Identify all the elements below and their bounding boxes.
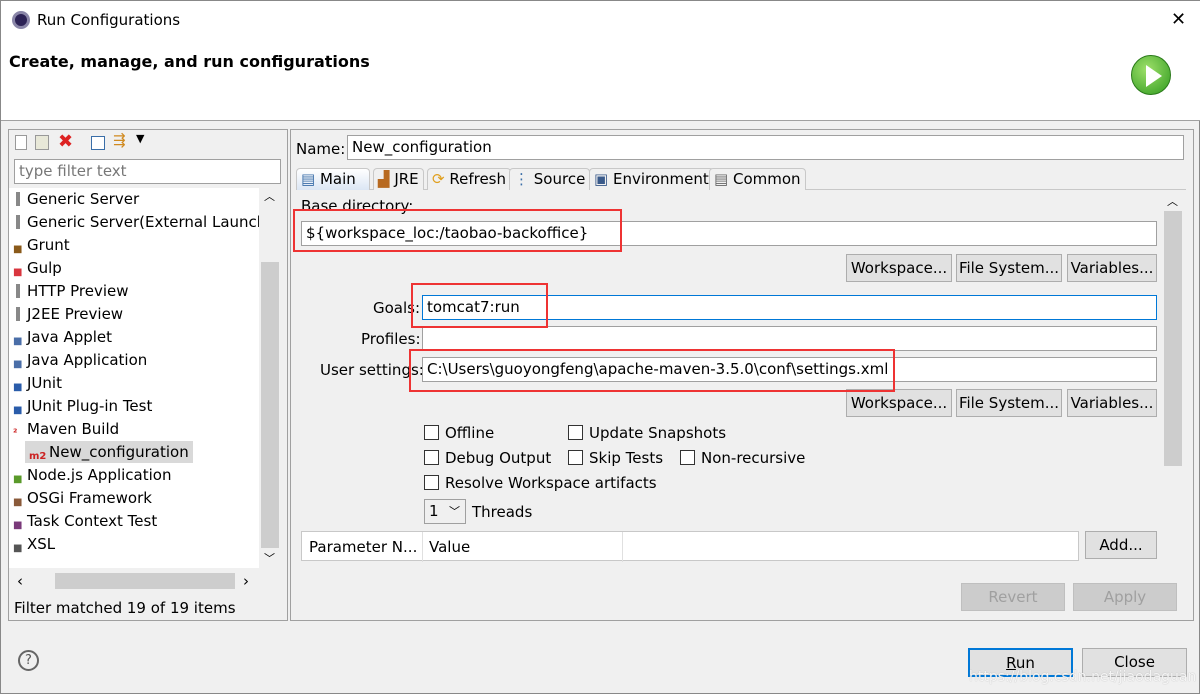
tree-item[interactable]: HTTP Preview [13, 280, 129, 302]
tab-common[interactable]: ▤ Common [709, 168, 806, 190]
revert-button[interactable]: Revert [961, 583, 1065, 611]
tree-item[interactable]: ■ JUnit [13, 372, 62, 394]
xsl-icon: ■ [13, 543, 23, 554]
apply-button[interactable]: Apply [1073, 583, 1177, 611]
profiles-label: Profiles: [361, 330, 421, 348]
parameters-table: Parameter N... Value [301, 531, 1079, 562]
new-config-icon[interactable] [15, 135, 27, 150]
config-tree: Generic Server Generic Server(External La… [9, 188, 272, 568]
jre-icon: ▟ [378, 170, 390, 188]
watermark: https://blog.csdn.net/jiaodaguan [969, 669, 1197, 685]
tree-item[interactable]: ■ Task Context Test [13, 510, 157, 532]
workspace-button-2[interactable]: Workspace... [846, 389, 952, 417]
run-icon [1131, 55, 1171, 95]
junit-plugin-icon: ■ [13, 405, 23, 416]
server-icon [13, 284, 25, 298]
workspace-button-1[interactable]: Workspace... [846, 254, 952, 282]
window-title: Run Configurations [37, 11, 181, 29]
environment-icon: ▣ [594, 170, 609, 188]
offline-checkbox[interactable]: Offline [424, 424, 494, 442]
tab-environment[interactable]: ▣ Environment [589, 168, 714, 190]
tree-item[interactable]: ■ Gulp [13, 257, 62, 279]
highlight-base-dir [293, 209, 622, 252]
non-recursive-checkbox[interactable]: Non-recursive [680, 449, 805, 467]
highlight-goals [411, 283, 548, 328]
tree-item[interactable]: ■ XSL [13, 533, 55, 555]
tree-item[interactable]: ² Maven Build [13, 418, 119, 440]
tab-source[interactable]: ⋮ Source [509, 168, 591, 190]
view-menu-chevron-down-icon[interactable]: ▼ [136, 132, 144, 145]
delete-icon[interactable]: ✖ [58, 131, 73, 152]
filter-status: Filter matched 19 of 19 items [14, 599, 236, 617]
tree-horizontal-scrollbar[interactable]: ‹ › [9, 570, 259, 592]
junit-icon: ■ [13, 382, 23, 393]
maven-icon: m2 [29, 451, 47, 462]
refresh-icon: ⟳ [432, 170, 445, 188]
tree-item[interactable]: Generic Server [13, 188, 139, 210]
server-icon [13, 307, 25, 321]
filter-input[interactable]: type filter text [14, 159, 281, 184]
tree-item[interactable]: m2 New_configuration [25, 441, 193, 463]
filesystem-button-1[interactable]: File System... [956, 254, 1062, 282]
variables-button-1[interactable]: Variables... [1067, 254, 1157, 282]
maven-icon: ² [13, 428, 18, 439]
resolve-workspace-checkbox[interactable]: Resolve Workspace artifacts [424, 474, 657, 492]
name-label: Name: [296, 140, 346, 158]
config-list-panel: ✖ ⇶ ▼ type filter text Generic Server Gen… [8, 129, 288, 621]
variables-button-2[interactable]: Variables... [1067, 389, 1157, 417]
highlight-user-settings [409, 349, 895, 392]
server-icon [13, 215, 25, 229]
common-icon: ▤ [714, 170, 729, 188]
tree-item[interactable]: ■ OSGi Framework [13, 487, 152, 509]
tree-item[interactable]: ■ Java Applet [13, 326, 112, 348]
debug-output-checkbox[interactable]: Debug Output [424, 449, 551, 467]
dialog-header: Create, manage, and run configurations [1, 39, 1200, 121]
duplicate-icon[interactable] [35, 135, 49, 150]
update-snapshots-checkbox[interactable]: Update Snapshots [568, 424, 726, 442]
main-tab-icon: ▤ [301, 170, 316, 188]
java-app-icon: ■ [13, 359, 23, 370]
collapse-all-icon[interactable] [91, 136, 105, 150]
filesystem-button-2[interactable]: File System... [956, 389, 1062, 417]
source-icon: ⋮ [514, 170, 529, 188]
param-col-name[interactable]: Parameter N... [309, 538, 417, 556]
osgi-icon: ■ [13, 497, 23, 508]
header-title: Create, manage, and run configurations [9, 52, 370, 71]
title-bar: Run Configurations ✕ [1, 1, 1200, 39]
tree-item[interactable]: Generic Server(External Launch) [13, 211, 272, 233]
tree-item[interactable]: J2EE Preview [13, 303, 123, 325]
help-icon[interactable]: ? [18, 650, 39, 671]
tab-jre[interactable]: ▟ JRE [373, 168, 424, 190]
nodejs-icon: ■ [13, 474, 23, 485]
close-icon[interactable]: ✕ [1171, 9, 1186, 30]
tree-item[interactable]: ■ Node.js Application [13, 464, 171, 486]
tab-main[interactable]: ▤ Main [296, 168, 370, 190]
tree-item[interactable]: ■ JUnit Plug-in Test [13, 395, 152, 417]
filter-icon[interactable]: ⇶ [113, 131, 126, 149]
threads-select[interactable]: 1 ﹀ [424, 499, 466, 524]
tree-item[interactable]: ■ Java Application [13, 349, 147, 371]
form-vertical-scrollbar[interactable]: ︿ [1163, 193, 1183, 559]
name-input[interactable]: New_configuration [347, 135, 1184, 160]
add-param-button[interactable]: Add... [1085, 531, 1157, 559]
tree-vertical-scrollbar[interactable]: ︿ ﹀ [259, 188, 281, 568]
grunt-icon: ■ [13, 244, 23, 255]
applet-icon: ■ [13, 336, 23, 347]
param-col-value[interactable]: Value [429, 538, 470, 556]
threads-label: Threads [472, 503, 533, 521]
eclipse-icon [12, 11, 30, 29]
chevron-down-icon: ﹀ [449, 505, 460, 518]
skip-tests-checkbox[interactable]: Skip Tests [568, 449, 663, 467]
profiles-input[interactable] [422, 326, 1157, 351]
task-icon: ■ [13, 520, 23, 531]
tree-item[interactable]: ■ Grunt [13, 234, 70, 256]
tab-refresh[interactable]: ⟳ Refresh [427, 168, 512, 190]
server-icon [13, 192, 25, 206]
gulp-icon: ■ [13, 267, 23, 278]
